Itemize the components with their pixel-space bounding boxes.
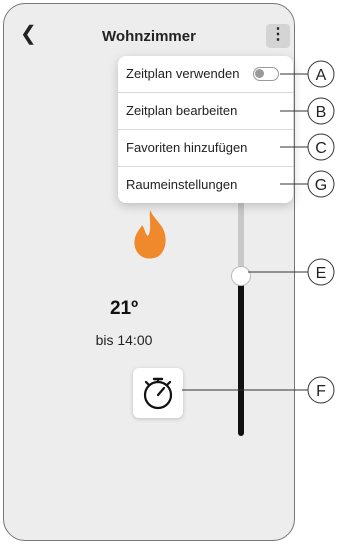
- callout-b: B: [280, 97, 335, 125]
- callout-annotations: A B C G E F: [182, 60, 335, 404]
- callout-label: A: [316, 67, 327, 84]
- callout-label: C: [315, 140, 327, 157]
- callout-a: A: [280, 60, 335, 88]
- callout-f: F: [182, 376, 335, 404]
- callout-c: C: [280, 133, 335, 161]
- callout-e: E: [248, 258, 335, 286]
- callout-label: B: [316, 104, 327, 121]
- callout-label: F: [316, 383, 326, 400]
- callout-g: G: [280, 170, 335, 198]
- callout-label: E: [316, 265, 327, 282]
- callout-label: G: [315, 177, 327, 194]
